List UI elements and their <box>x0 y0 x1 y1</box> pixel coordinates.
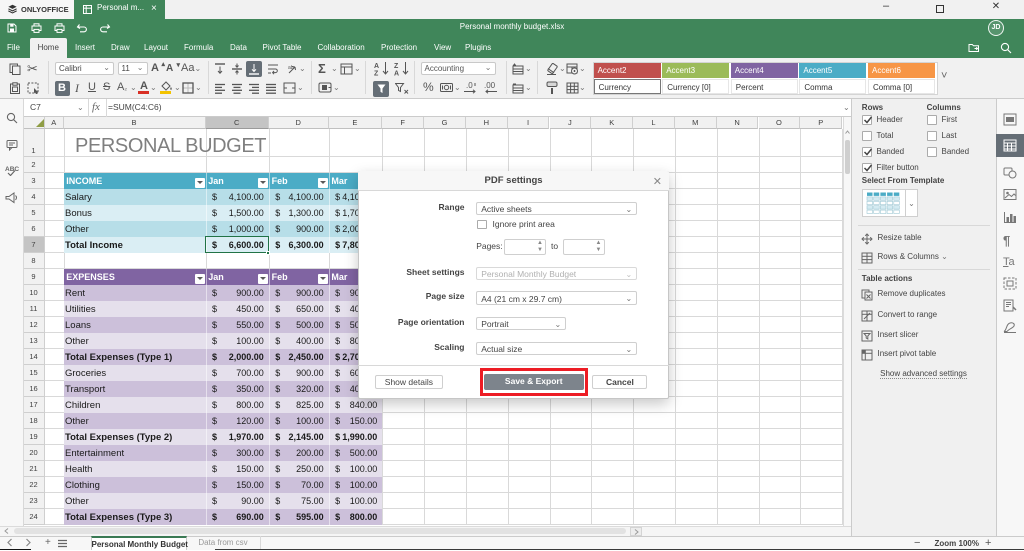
svg-text:A: A <box>394 71 399 77</box>
svg-text:.0: .0 <box>466 81 473 90</box>
svg-text:A: A <box>374 63 379 70</box>
svg-text:Z: Z <box>394 63 399 70</box>
svg-text:ab: ab <box>288 65 294 71</box>
svg-text:.00: .00 <box>484 81 496 90</box>
svg-text:ABC: ABC <box>5 166 19 173</box>
svg-text:Z: Z <box>374 71 379 77</box>
